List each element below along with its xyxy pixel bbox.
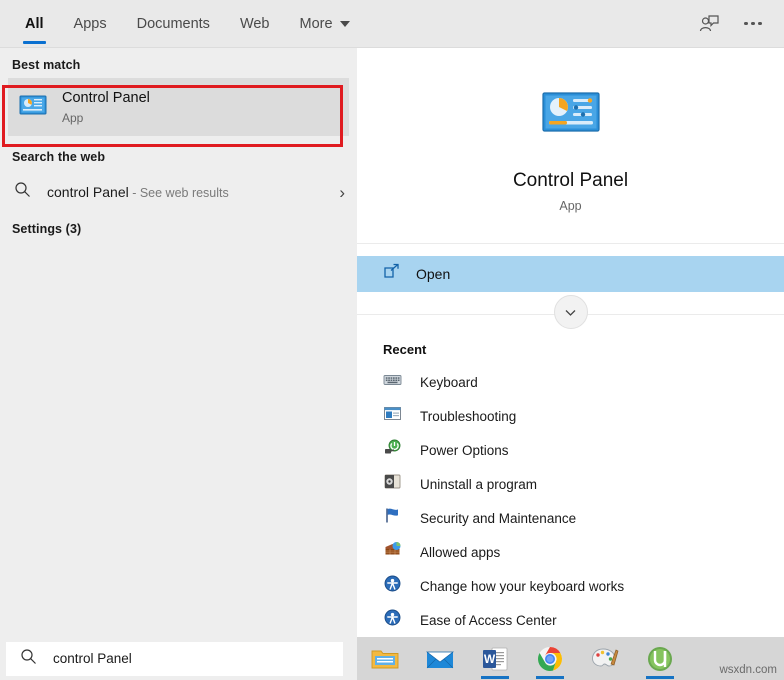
search-header: All Apps Documents Web More — [0, 0, 784, 48]
mail-icon[interactable] — [420, 639, 460, 679]
recent-heading: Recent — [357, 336, 784, 365]
control-panel-icon — [18, 90, 48, 125]
uninstall-icon — [383, 472, 402, 496]
tab-web[interactable]: Web — [225, 0, 285, 48]
left-panel-empty-area — [0, 308, 357, 680]
list-item[interactable]: Troubleshooting — [357, 399, 784, 433]
power-plug-icon — [383, 438, 402, 462]
open-action-button[interactable]: Open — [357, 256, 784, 292]
preview-header: Control Panel App — [357, 48, 784, 244]
list-item[interactable]: Ease of Access Center — [357, 603, 784, 637]
troubleshooting-icon — [383, 404, 402, 428]
best-match-subtitle: App — [62, 111, 150, 125]
best-match-texts: Control Panel App — [62, 89, 150, 124]
watermark: wsxdn.com — [719, 664, 777, 676]
search-icon — [20, 648, 37, 670]
open-external-icon — [383, 263, 400, 285]
search-bar-container — [0, 637, 357, 680]
list-item[interactable]: Uninstall a program — [357, 467, 784, 501]
tab-documents-label: Documents — [137, 16, 210, 32]
actions-expander[interactable] — [357, 292, 784, 336]
tab-all-label: All — [25, 16, 44, 32]
utorrent-icon[interactable] — [640, 639, 680, 679]
list-item-label: Allowed apps — [420, 545, 500, 560]
search-results-panel: Best match Control Panel App Searc — [0, 48, 357, 637]
chrome-icon[interactable] — [530, 639, 570, 679]
search-tabs: All Apps Documents Web More — [0, 0, 365, 48]
windows-search-overlay: All Apps Documents Web More — [0, 0, 784, 680]
web-result-suffix: - See web results — [129, 186, 229, 200]
taskbar: W — [357, 637, 784, 680]
ease-of-access-icon — [383, 608, 402, 632]
allowed-apps-icon — [383, 540, 402, 564]
app-preview-panel: Control Panel App Open Recent — [357, 48, 784, 637]
list-item[interactable]: Allowed apps — [357, 535, 784, 569]
svg-text:W: W — [484, 652, 496, 666]
list-item-label: Security and Maintenance — [420, 511, 576, 526]
flag-icon — [383, 506, 402, 530]
tab-apps-label: Apps — [74, 16, 107, 32]
search-web-heading: Search the web — [0, 136, 357, 170]
search-input[interactable] — [53, 651, 293, 666]
chevron-right-icon[interactable]: › — [339, 184, 345, 201]
best-match-title: Control Panel — [62, 89, 150, 107]
web-result-text: control Panel - See web results — [47, 184, 229, 200]
preview-app-type: App — [559, 199, 581, 213]
ellipsis-icon[interactable] — [740, 11, 766, 37]
word-icon[interactable]: W — [475, 639, 515, 679]
tab-more[interactable]: More — [285, 0, 365, 48]
list-item-label: Keyboard — [420, 375, 478, 390]
chevron-down-icon[interactable] — [554, 295, 588, 329]
best-match-result-control-panel[interactable]: Control Panel App — [8, 78, 349, 136]
list-item-label: Uninstall a program — [420, 477, 537, 492]
list-item-label: Troubleshooting — [420, 409, 516, 424]
ease-of-access-icon — [383, 574, 402, 598]
web-result-query: control Panel — [47, 184, 129, 200]
header-actions — [696, 11, 784, 37]
list-item[interactable]: Keyboard — [357, 365, 784, 399]
file-explorer-icon[interactable] — [365, 639, 405, 679]
best-match-heading: Best match — [0, 48, 357, 78]
feedback-person-icon[interactable] — [696, 11, 722, 37]
control-panel-icon — [538, 79, 604, 150]
preview-app-name: Control Panel — [513, 170, 628, 192]
search-input-wrapper[interactable] — [6, 642, 343, 676]
list-item-label: Change how your keyboard works — [420, 579, 624, 594]
tab-documents[interactable]: Documents — [122, 0, 225, 48]
paint-icon[interactable] — [585, 639, 625, 679]
tab-all[interactable]: All — [10, 0, 59, 48]
chevron-down-icon — [340, 21, 350, 27]
settings-heading: Settings (3) — [0, 212, 357, 242]
list-item[interactable]: Power Options — [357, 433, 784, 467]
tab-more-label: More — [300, 16, 333, 32]
list-item[interactable]: Security and Maintenance — [357, 501, 784, 535]
keyboard-icon — [383, 370, 402, 394]
tab-web-label: Web — [240, 16, 270, 32]
web-result-row[interactable]: control Panel - See web results › — [0, 172, 357, 212]
list-item-label: Ease of Access Center — [420, 613, 557, 628]
list-item[interactable]: Change how your keyboard works — [357, 569, 784, 603]
open-action-label: Open — [416, 266, 450, 282]
tab-apps[interactable]: Apps — [59, 0, 122, 48]
search-icon — [14, 181, 31, 203]
list-item-label: Power Options — [420, 443, 509, 458]
